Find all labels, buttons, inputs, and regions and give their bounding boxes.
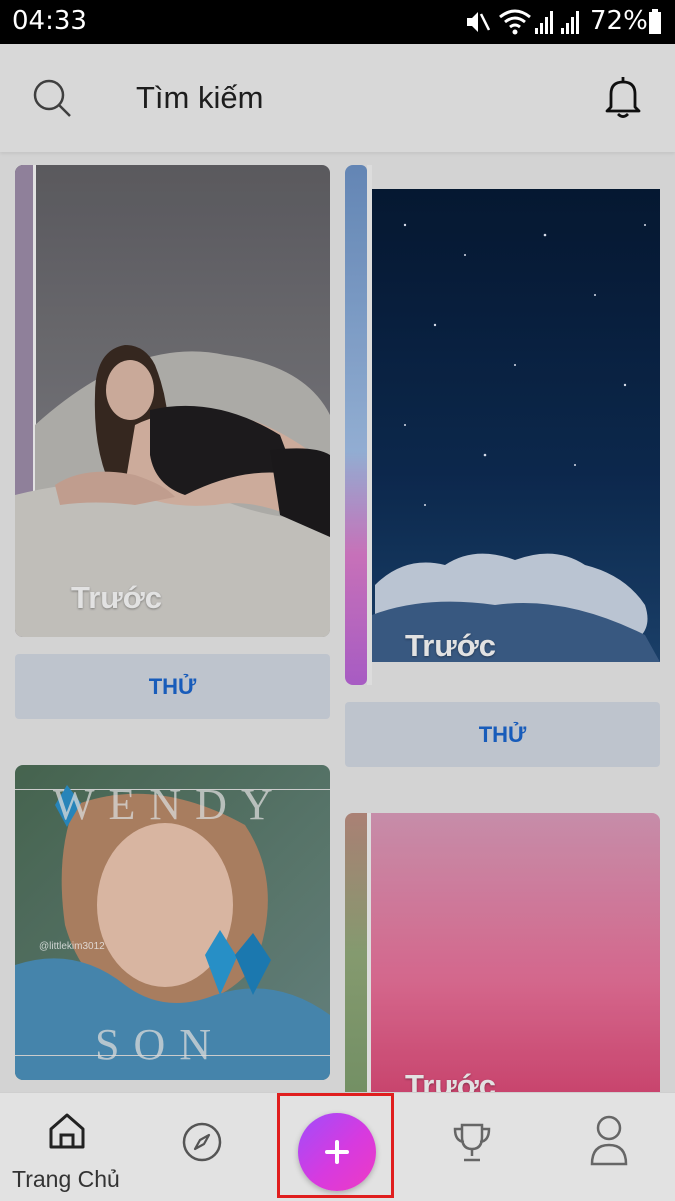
- nav-explore[interactable]: [150, 1093, 260, 1201]
- try-button[interactable]: THỬ: [345, 702, 660, 767]
- before-label: Trước: [405, 628, 497, 663]
- profile-icon: [590, 1115, 628, 1166]
- nav-challenges[interactable]: [420, 1093, 530, 1201]
- mute-icon: [467, 12, 490, 32]
- poster-watermark: @littlekim3012: [39, 941, 105, 952]
- signal-icon: [535, 11, 553, 34]
- wifi-icon: [499, 9, 531, 35]
- nav-profile[interactable]: [545, 1093, 675, 1201]
- template-card-image[interactable]: [345, 165, 660, 685]
- template-card-image[interactable]: [345, 813, 660, 1093]
- battery-percent: 72%: [590, 6, 648, 36]
- compass-icon: [182, 1122, 222, 1162]
- top-bar: Tìm kiếm: [0, 44, 675, 152]
- highlight-frame: [277, 1093, 394, 1198]
- status-bar: 04:33 72%: [0, 0, 675, 44]
- bell-icon[interactable]: [603, 75, 643, 119]
- try-button[interactable]: THỬ: [15, 654, 330, 719]
- search-field[interactable]: Tìm kiếm: [136, 80, 263, 116]
- template-card-image[interactable]: [15, 165, 330, 637]
- signal-icon: [561, 11, 579, 34]
- template-card-image[interactable]: WENDY SON @littlekim3012: [15, 765, 330, 1080]
- night-sky-photo: [345, 165, 660, 685]
- nav-home-label: Trang Chủ: [12, 1166, 120, 1192]
- trophy-icon: [453, 1123, 491, 1162]
- nav-home[interactable]: Trang Chủ: [0, 1093, 135, 1201]
- portrait-photo: [15, 165, 330, 637]
- search-icon[interactable]: [31, 77, 73, 119]
- poster-title-text: WENDY: [53, 780, 287, 829]
- poster-subtitle-text: SON: [95, 1020, 226, 1069]
- home-icon: [49, 1113, 85, 1149]
- status-time: 04:33: [12, 6, 87, 36]
- pink-gradient-photo: [345, 813, 660, 1093]
- before-label: Trước: [71, 580, 163, 615]
- battery-icon: [649, 9, 661, 34]
